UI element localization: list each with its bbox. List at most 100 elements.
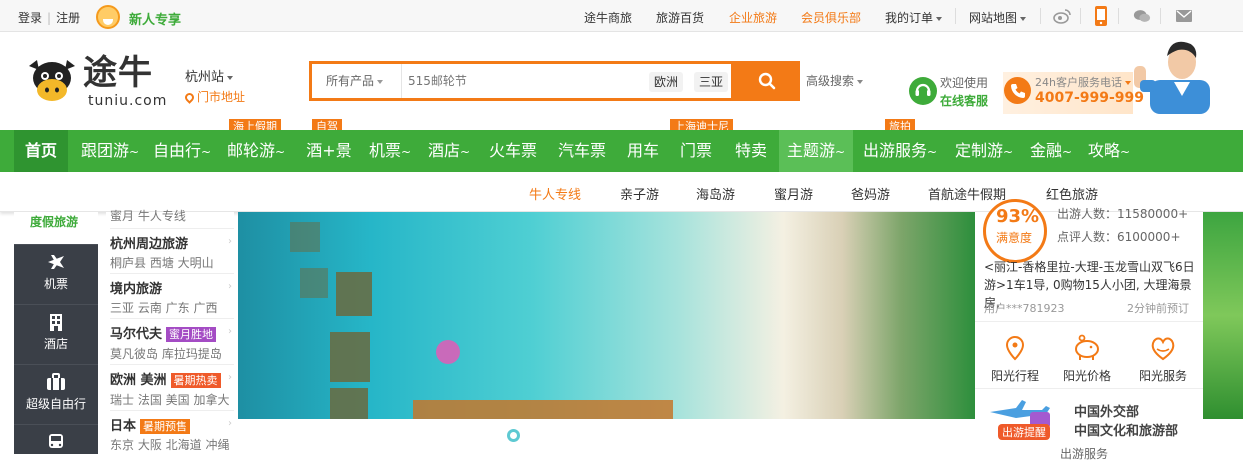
nav-hotel[interactable]: 酒店~ — [425, 130, 473, 172]
nav-free-travel[interactable]: 自由行~ — [150, 130, 214, 172]
nav-flight[interactable]: 机票~ — [366, 130, 414, 172]
destination-links[interactable]: 瑞士 法国 美国 加拿大 — [110, 391, 229, 408]
location-pin-icon — [1005, 335, 1025, 361]
sunshine-service[interactable]: 阳光服务 — [1128, 334, 1198, 384]
sunshine-itinerary[interactable]: 阳光行程 — [980, 334, 1050, 384]
newbie-link[interactable]: 新人专享 — [129, 9, 181, 28]
divider — [1160, 8, 1161, 24]
search-tag-europe[interactable]: 欧洲 — [649, 72, 684, 92]
nav-travel-service[interactable]: 出游服务~ — [860, 130, 940, 172]
travel-reminder-icon[interactable]: 出游提醒 — [986, 398, 1058, 442]
nav-label: 攻略 — [1087, 141, 1120, 160]
top-link-business-travel[interactable]: 途牛商旅 — [584, 9, 632, 26]
hotline-label-text: 24h客户服务电话 — [1035, 76, 1122, 89]
nav-theme-tour[interactable]: 主题游~ — [779, 130, 853, 172]
nav-tickets[interactable]: 门票 — [676, 130, 716, 172]
destination-links[interactable]: 莫凡彼岛 库拉玛提岛 — [110, 345, 222, 362]
category-vacation[interactable]: 度假旅游 — [14, 212, 98, 244]
location-pin-icon — [183, 91, 196, 104]
service-welcome: 欢迎使用 — [940, 76, 989, 90]
my-orders-menu[interactable]: 我的订单 — [885, 9, 943, 26]
subnav-island[interactable]: 海岛游 — [696, 184, 735, 203]
subnav-expert-route[interactable]: 牛人专线 — [529, 184, 581, 203]
nav-label: 酒店 — [427, 141, 460, 160]
search-input[interactable] — [404, 64, 634, 98]
subnav-maiden-voyage[interactable]: 首航途牛假期 — [928, 184, 1006, 203]
banner-pager-dot[interactable] — [507, 429, 520, 442]
destination-title[interactable]: 马尔代夫 蜜月胜地 — [110, 323, 217, 342]
nav-deals[interactable]: 特卖 — [731, 130, 771, 172]
nav-home[interactable]: 首页 — [14, 130, 68, 172]
nav-group-tour[interactable]: 跟团游~ — [78, 130, 142, 172]
search-button[interactable] — [734, 61, 800, 101]
subnav-red-tourism[interactable]: 红色旅游 — [1046, 184, 1098, 203]
banner-pattern — [300, 268, 328, 298]
wechat-icon[interactable] — [1133, 8, 1151, 24]
destination-title-text: 日本 — [110, 419, 137, 434]
top-link-corporate-travel[interactable]: 企业旅游 — [729, 9, 777, 26]
store-address-link[interactable]: 门市地址 — [183, 88, 245, 105]
divider — [975, 321, 1203, 322]
nav-finance[interactable]: 金融~ — [1028, 130, 1074, 172]
divider — [110, 364, 234, 365]
bus-icon — [49, 434, 63, 448]
banner-pattern — [413, 400, 673, 419]
advanced-search-link[interactable]: 高级搜索 — [806, 72, 864, 89]
destination-links[interactable]: 桐庐县 西塘 大明山 — [110, 254, 214, 271]
subnav-parents[interactable]: 爸妈游 — [851, 184, 890, 203]
destination-title[interactable]: 欧洲 美洲 暑期热卖 — [110, 369, 221, 388]
category-super-free-travel[interactable]: 超级自由行 — [14, 364, 98, 424]
top-link-travel-goods[interactable]: 旅游百货 — [656, 9, 704, 26]
mobile-app-icon[interactable] — [1094, 5, 1108, 27]
destination-links[interactable]: 东京 大阪 北海道 冲绳 — [110, 436, 229, 453]
nav-custom-tour[interactable]: 定制游~ — [952, 130, 1016, 172]
destination-title[interactable]: 境内旅游 — [110, 278, 162, 297]
search-tag-sanya[interactable]: 三亚 — [694, 72, 729, 92]
nav-label: 主题游 — [786, 141, 835, 160]
nav-guide[interactable]: 攻略~ — [1086, 130, 1132, 172]
destination-links[interactable]: 蜜月 牛人专线 — [110, 207, 186, 224]
city-selector[interactable]: 杭州站 — [185, 66, 234, 85]
destination-links[interactable]: 三亚 云南 广东 广西 — [110, 299, 217, 316]
register-link[interactable]: 注册 — [56, 11, 80, 25]
destination-badge: 蜜月胜地 — [166, 327, 217, 342]
banner-pager — [238, 419, 975, 454]
building-icon — [50, 314, 62, 331]
top-link-member-club[interactable]: 会员俱乐部 — [801, 9, 861, 26]
chevron-right-icon: › — [228, 372, 232, 383]
category-bus[interactable] — [14, 424, 98, 454]
mfa-link[interactable]: 中国外交部 — [1074, 401, 1139, 420]
site-map-menu[interactable]: 网站地图 — [969, 9, 1027, 26]
divider — [1040, 8, 1041, 24]
destination-badge: 暑期预售 — [140, 419, 191, 434]
promo-banner[interactable] — [238, 212, 975, 419]
destination-title[interactable]: 杭州周边旅游 — [110, 233, 188, 252]
subnav-honeymoon[interactable]: 蜜月游 — [774, 184, 813, 203]
online-service-link[interactable]: 在线客服 — [940, 92, 988, 109]
banner-pattern — [290, 222, 320, 252]
top-bar: 登录 | 注册 新人专享 途牛商旅 旅游百货 企业旅游 会员俱乐部 我的订单 网站地… — [0, 0, 1243, 32]
weibo-icon[interactable] — [1053, 8, 1071, 24]
nav-cruise[interactable]: 邮轮游~ — [224, 130, 288, 172]
nav-car[interactable]: 用车 — [623, 130, 663, 172]
login-link[interactable]: 登录 — [18, 11, 42, 25]
culture-tourism-link[interactable]: 中国文化和旅游部 — [1074, 420, 1178, 439]
category-flight[interactable]: 机票 — [14, 244, 98, 304]
hotline-label: 24h客户服务电话 — [1035, 74, 1131, 90]
sunshine-price[interactable]: 阳光价格 — [1052, 334, 1122, 384]
banner-pattern — [330, 332, 370, 382]
customer-service-icon[interactable] — [909, 77, 937, 105]
logo-text[interactable]: 途牛 — [83, 54, 153, 92]
tuniu-cow-logo-icon[interactable] — [27, 54, 77, 104]
subnav-family[interactable]: 亲子游 — [620, 184, 659, 203]
mail-icon[interactable] — [1176, 10, 1192, 22]
nav-train[interactable]: 火车票 — [484, 130, 542, 172]
piggy-bank-icon — [1075, 334, 1099, 360]
category-hotel[interactable]: 酒店 — [14, 304, 98, 364]
banner-edge — [1203, 212, 1243, 419]
destination-title[interactable]: 日本 暑期预售 — [110, 415, 191, 434]
booking-user: 用户***781923 — [984, 302, 1065, 315]
nav-bus[interactable]: 汽车票 — [553, 130, 611, 172]
search-category-select[interactable]: 所有产品 — [312, 64, 402, 98]
nav-hotel-scenic[interactable]: 酒+景 — [298, 130, 360, 172]
